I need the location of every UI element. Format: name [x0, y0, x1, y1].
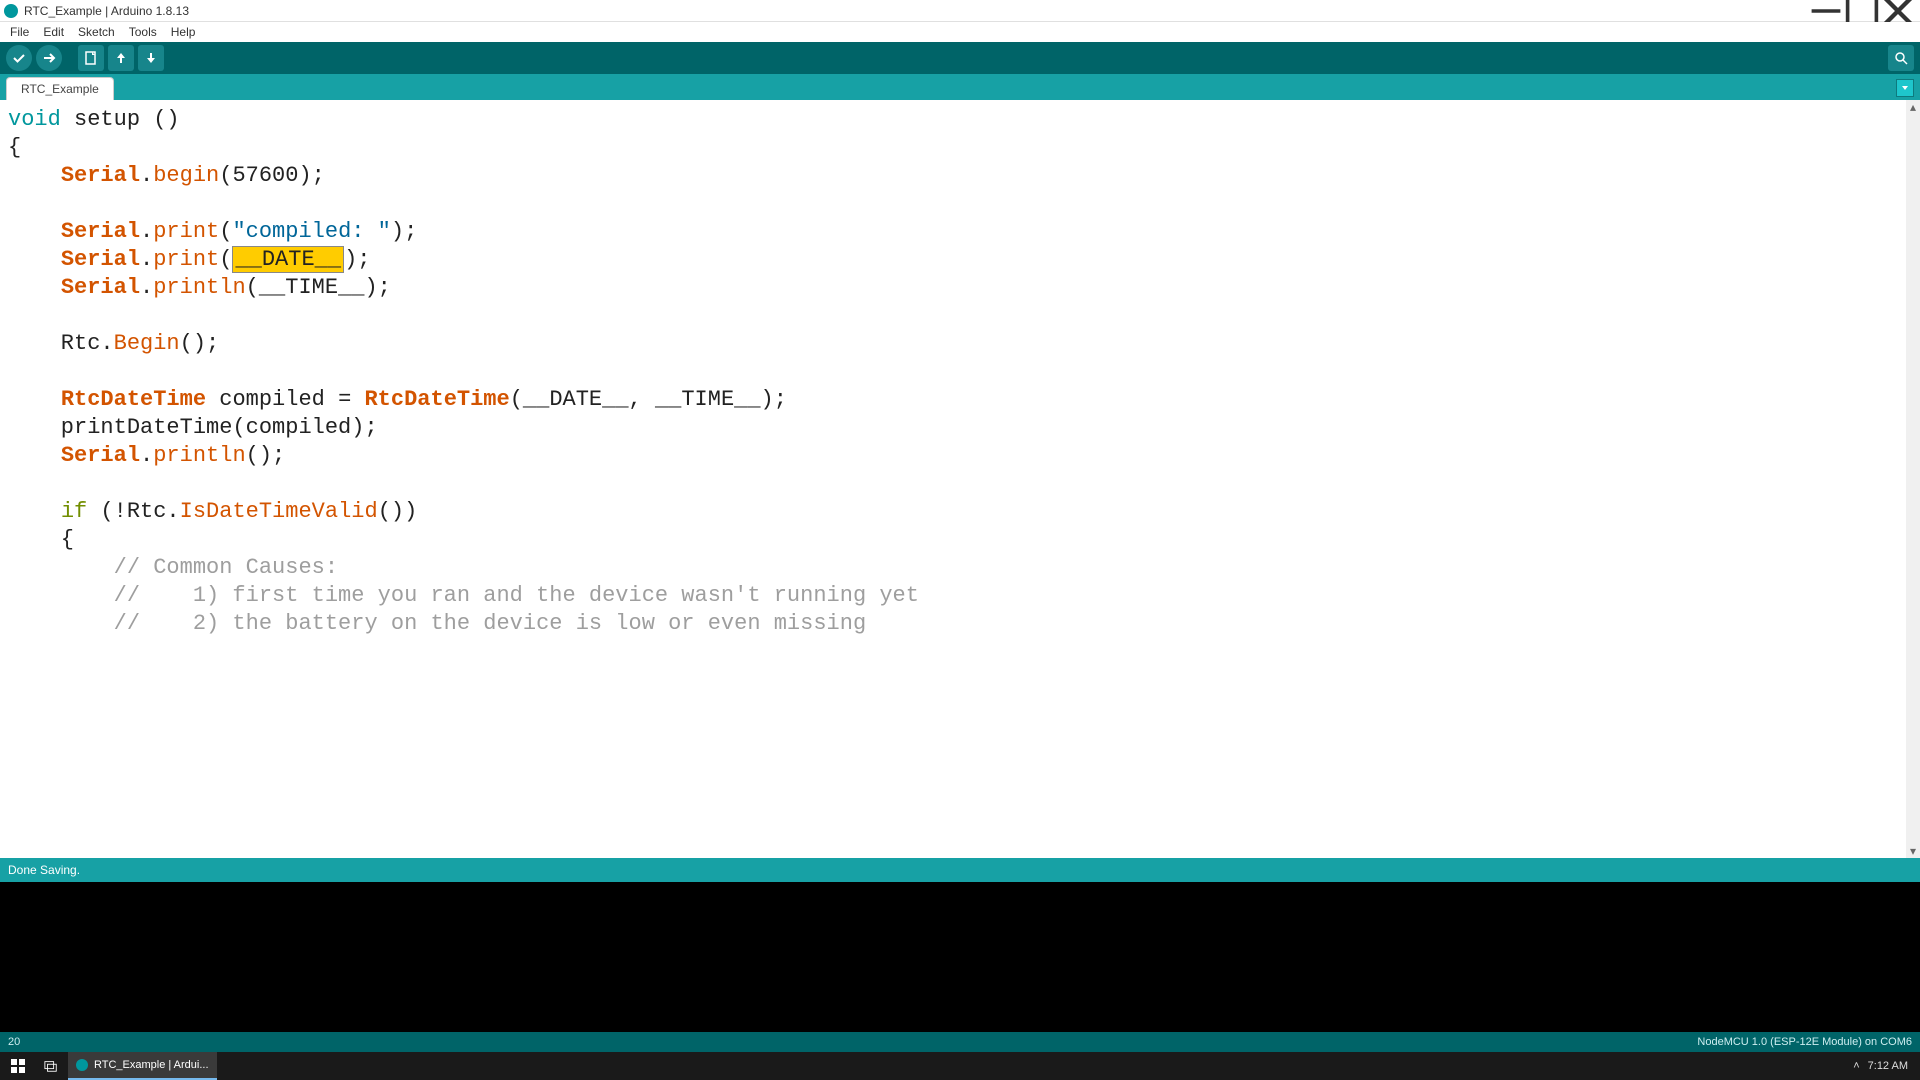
code-token: ( — [219, 247, 232, 272]
code-token: Serial — [61, 163, 140, 188]
code-token: print — [153, 247, 219, 272]
code-token: { — [8, 527, 74, 552]
code-token: Serial — [61, 247, 140, 272]
code-token: Begin — [114, 331, 180, 356]
code-token: (); — [180, 331, 220, 356]
editor-area: void setup () { Serial.begin(57600); Ser… — [0, 100, 1920, 858]
menu-edit[interactable]: Edit — [37, 23, 70, 41]
code-token: . — [140, 219, 153, 244]
verify-button[interactable] — [6, 45, 32, 71]
start-button[interactable] — [2, 1052, 34, 1080]
save-sketch-button[interactable] — [138, 45, 164, 71]
window-title: RTC_Example | Arduino 1.8.13 — [24, 4, 189, 18]
status-bar: Done Saving. — [0, 858, 1920, 882]
code-token: . — [140, 443, 153, 468]
title-bar: RTC_Example | Arduino 1.8.13 — [0, 0, 1920, 22]
new-sketch-button[interactable] — [78, 45, 104, 71]
menu-bar: File Edit Sketch Tools Help — [0, 22, 1920, 42]
arduino-app-icon — [4, 4, 18, 18]
code-token: print — [153, 219, 219, 244]
menu-file[interactable]: File — [4, 23, 35, 41]
code-token: IsDateTimeValid — [180, 499, 378, 524]
taskbar-app-label: RTC_Example | Ardui... — [94, 1059, 209, 1071]
code-token: RtcDateTime — [364, 387, 509, 412]
code-token: // Common Causes: — [8, 555, 338, 580]
tab-menu-button[interactable] — [1896, 79, 1914, 97]
code-token: RtcDateTime — [61, 387, 206, 412]
status-message: Done Saving. — [8, 863, 80, 877]
bottom-status-bar: 20 NodeMCU 1.0 (ESP-12E Module) on COM6 — [0, 1032, 1920, 1052]
scroll-up-icon[interactable]: ▴ — [1906, 100, 1920, 114]
taskbar-app-arduino[interactable]: RTC_Example | Ardui... — [68, 1052, 217, 1080]
code-token: (57600); — [219, 163, 325, 188]
task-view-button[interactable] — [36, 1052, 66, 1080]
minimize-button[interactable] — [1808, 0, 1844, 22]
vertical-scrollbar[interactable]: ▴ ▾ — [1906, 100, 1920, 858]
line-number: 20 — [8, 1036, 20, 1048]
code-token: Serial — [61, 443, 140, 468]
code-token: ); — [391, 219, 417, 244]
code-token: ); — [344, 247, 370, 272]
code-token: begin — [153, 163, 219, 188]
code-token: ( — [219, 219, 232, 244]
clock: 7:12 AM — [1868, 1060, 1908, 1072]
code-token: void — [8, 107, 61, 132]
close-button[interactable] — [1880, 0, 1916, 22]
code-token: "compiled: " — [232, 219, 390, 244]
toolbar — [0, 42, 1920, 74]
code-token: (__DATE__, __TIME__); — [510, 387, 787, 412]
board-info: NodeMCU 1.0 (ESP-12E Module) on COM6 — [1697, 1036, 1912, 1048]
code-token: println — [153, 443, 245, 468]
system-tray[interactable]: ˄ 7:12 AM — [1843, 1060, 1918, 1072]
code-token: println — [153, 275, 245, 300]
code-token: printDateTime(compiled); — [8, 415, 378, 440]
code-token: Serial — [61, 275, 140, 300]
scroll-down-icon[interactable]: ▾ — [1906, 844, 1920, 858]
code-token: . — [140, 275, 153, 300]
code-token: if — [61, 499, 87, 524]
upload-button[interactable] — [36, 45, 62, 71]
code-token: { — [8, 135, 21, 160]
tray-chevron-up-icon[interactable]: ˄ — [1853, 1060, 1859, 1072]
code-token: setup () — [61, 107, 180, 132]
code-token: ()) — [378, 499, 418, 524]
windows-taskbar: RTC_Example | Ardui... ˄ 7:12 AM — [0, 1052, 1920, 1080]
arduino-app-icon — [76, 1059, 88, 1071]
code-token: (!Rtc. — [87, 499, 179, 524]
sketch-tab[interactable]: RTC_Example — [6, 77, 114, 100]
serial-monitor-button[interactable] — [1888, 45, 1914, 71]
code-token: . — [140, 247, 153, 272]
menu-tools[interactable]: Tools — [123, 23, 163, 41]
maximize-button[interactable] — [1844, 0, 1880, 22]
code-token: . — [140, 163, 153, 188]
code-token: Serial — [61, 219, 140, 244]
code-token: // 1) first time you ran and the device … — [8, 583, 919, 608]
code-editor[interactable]: void setup () { Serial.begin(57600); Ser… — [0, 100, 1906, 858]
tab-bar: RTC_Example — [0, 74, 1920, 100]
output-console[interactable] — [0, 882, 1920, 1032]
selected-text: __DATE__ — [232, 246, 344, 273]
menu-help[interactable]: Help — [165, 23, 202, 41]
code-token: compiled = — [206, 387, 364, 412]
menu-sketch[interactable]: Sketch — [72, 23, 121, 41]
code-token: // 2) the battery on the device is low o… — [8, 611, 866, 636]
code-token: (); — [246, 443, 286, 468]
code-token: (__TIME__); — [246, 275, 391, 300]
code-token: Rtc. — [8, 331, 114, 356]
open-sketch-button[interactable] — [108, 45, 134, 71]
